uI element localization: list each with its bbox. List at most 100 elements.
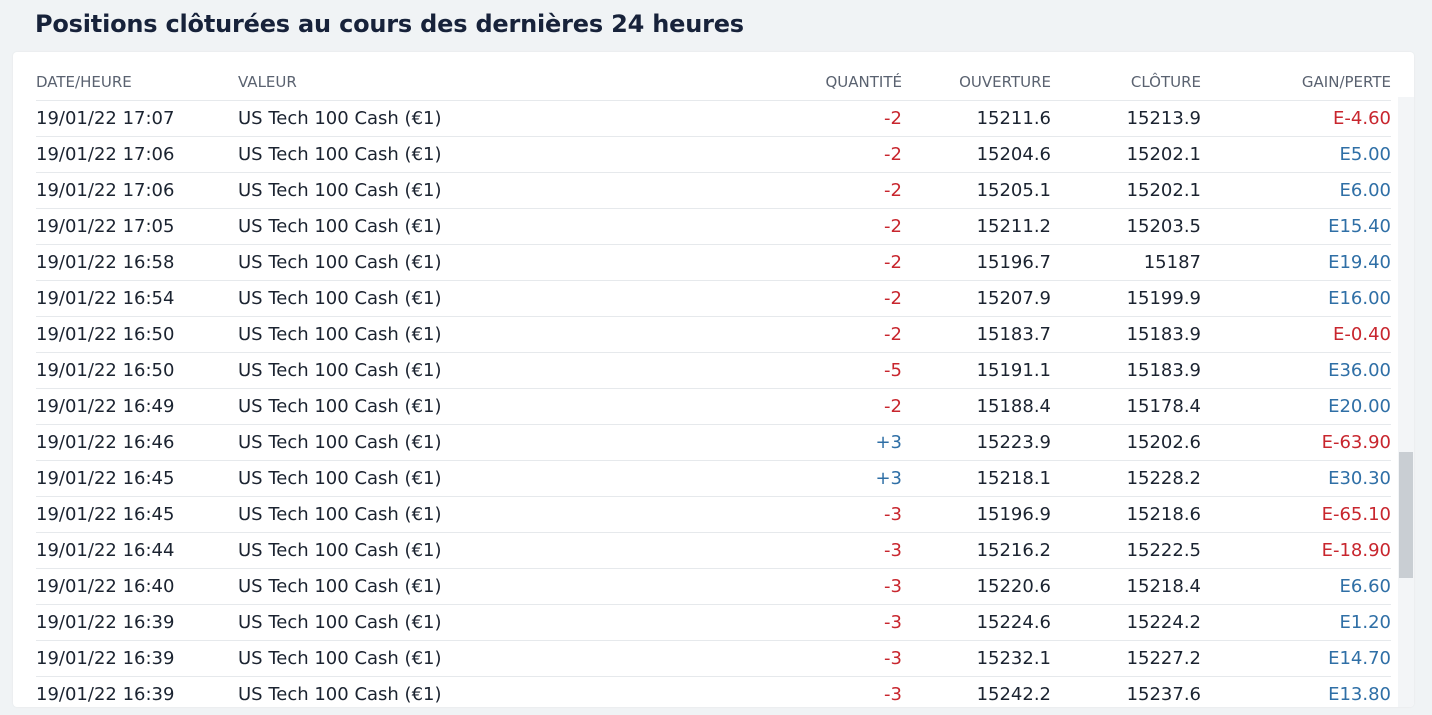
cell-open: 15205.1 <box>976 180 1051 201</box>
cell-close: 15203.5 <box>1126 216 1201 237</box>
table-row[interactable]: 19/01/22 16:49 US Tech 100 Cash (€1) -2 151… <box>36 389 1391 425</box>
cell-open: 15191.1 <box>976 360 1051 381</box>
cell-quantity: -3 <box>884 648 902 669</box>
cell-quantity: -2 <box>884 252 902 273</box>
cell-value: US Tech 100 Cash (€1) <box>238 108 442 129</box>
cell-open: 15204.6 <box>976 144 1051 165</box>
column-header-quantity[interactable]: QUANTITÉ <box>826 73 903 91</box>
cell-close: 15199.9 <box>1126 288 1201 309</box>
cell-value: US Tech 100 Cash (€1) <box>238 468 442 489</box>
cell-open: 15220.6 <box>976 576 1051 597</box>
cell-gain-loss: E5.00 <box>1339 144 1391 165</box>
table-row[interactable]: 19/01/22 17:05 US Tech 100 Cash (€1) -2 152… <box>36 209 1391 245</box>
cell-open: 15211.2 <box>976 216 1051 237</box>
table-row[interactable]: 19/01/22 16:44 US Tech 100 Cash (€1) -3 152… <box>36 533 1391 569</box>
cell-close: 15213.9 <box>1126 108 1201 129</box>
cell-date: 19/01/22 16:50 <box>36 324 175 345</box>
table-row[interactable]: 19/01/22 16:50 US Tech 100 Cash (€1) -5 151… <box>36 353 1391 389</box>
cell-value: US Tech 100 Cash (€1) <box>238 324 442 345</box>
cell-open: 15224.6 <box>976 612 1051 633</box>
cell-value: US Tech 100 Cash (€1) <box>238 180 442 201</box>
cell-date: 19/01/22 16:39 <box>36 648 175 669</box>
cell-quantity: -3 <box>884 684 902 705</box>
table-row[interactable]: 19/01/22 16:50 US Tech 100 Cash (€1) -2 151… <box>36 317 1391 353</box>
cell-gain-loss: E-4.60 <box>1333 108 1391 129</box>
cell-close: 15183.9 <box>1126 360 1201 381</box>
cell-value: US Tech 100 Cash (€1) <box>238 648 442 669</box>
table-row[interactable]: 19/01/22 16:39 US Tech 100 Cash (€1) -3 152… <box>36 605 1391 641</box>
cell-quantity: -2 <box>884 288 902 309</box>
table-row[interactable]: 19/01/22 16:46 US Tech 100 Cash (€1) +3 152… <box>36 425 1391 461</box>
cell-date: 19/01/22 17:06 <box>36 144 175 165</box>
cell-open: 15196.9 <box>976 504 1051 525</box>
cell-close: 15178.4 <box>1126 396 1201 417</box>
closed-positions-card: DATE/HEURE VALEUR QUANTITÉ OUVERTURE CLÔ… <box>13 52 1414 707</box>
table-row[interactable]: 19/01/22 16:39 US Tech 100 Cash (€1) -3 152… <box>36 677 1391 707</box>
cell-quantity: -2 <box>884 216 902 237</box>
cell-close: 15222.5 <box>1126 540 1201 561</box>
table-row[interactable]: 19/01/22 16:45 US Tech 100 Cash (€1) +3 152… <box>36 461 1391 497</box>
table-header: DATE/HEURE VALEUR QUANTITÉ OUVERTURE CLÔ… <box>36 65 1391 101</box>
cell-open: 15216.2 <box>976 540 1051 561</box>
cell-date: 19/01/22 16:39 <box>36 612 175 633</box>
cell-date: 19/01/22 17:05 <box>36 216 175 237</box>
cell-close: 15224.2 <box>1126 612 1201 633</box>
column-header-open[interactable]: OUVERTURE <box>959 73 1051 91</box>
table-row[interactable]: 19/01/22 16:40 US Tech 100 Cash (€1) -3 152… <box>36 569 1391 605</box>
cell-gain-loss: E13.80 <box>1328 684 1391 705</box>
cell-date: 19/01/22 16:45 <box>36 504 175 525</box>
cell-value: US Tech 100 Cash (€1) <box>238 432 442 453</box>
cell-date: 19/01/22 16:49 <box>36 396 175 417</box>
cell-value: US Tech 100 Cash (€1) <box>238 360 442 381</box>
cell-gain-loss: E19.40 <box>1328 252 1391 273</box>
cell-close: 15202.1 <box>1126 180 1201 201</box>
table-row[interactable]: 19/01/22 16:58 US Tech 100 Cash (€1) -2 151… <box>36 245 1391 281</box>
scrollbar-thumb[interactable] <box>1399 452 1413 578</box>
cell-gain-loss: E-65.10 <box>1321 504 1391 525</box>
cell-gain-loss: E-63.90 <box>1321 432 1391 453</box>
cell-gain-loss: E6.60 <box>1339 576 1391 597</box>
cell-value: US Tech 100 Cash (€1) <box>238 540 442 561</box>
cell-open: 15188.4 <box>976 396 1051 417</box>
table-row[interactable]: 19/01/22 17:06 US Tech 100 Cash (€1) -2 152… <box>36 137 1391 173</box>
cell-open: 15242.2 <box>976 684 1051 705</box>
cell-value: US Tech 100 Cash (€1) <box>238 684 442 705</box>
cell-close: 15227.2 <box>1126 648 1201 669</box>
cell-quantity: -2 <box>884 180 902 201</box>
cell-quantity: -2 <box>884 144 902 165</box>
cell-value: US Tech 100 Cash (€1) <box>238 396 442 417</box>
cell-close: 15183.9 <box>1126 324 1201 345</box>
cell-open: 15211.6 <box>976 108 1051 129</box>
closed-positions-table: DATE/HEURE VALEUR QUANTITÉ OUVERTURE CLÔ… <box>36 65 1391 707</box>
column-header-value[interactable]: VALEUR <box>238 73 297 91</box>
scrollbar[interactable] <box>1398 97 1414 707</box>
cell-date: 19/01/22 16:44 <box>36 540 175 561</box>
cell-date: 19/01/22 16:50 <box>36 360 175 381</box>
cell-date: 19/01/22 16:46 <box>36 432 175 453</box>
cell-date: 19/01/22 16:40 <box>36 576 175 597</box>
table-row[interactable]: 19/01/22 17:06 US Tech 100 Cash (€1) -2 152… <box>36 173 1391 209</box>
table-row[interactable]: 19/01/22 16:45 US Tech 100 Cash (€1) -3 151… <box>36 497 1391 533</box>
table-row[interactable]: 19/01/22 17:07 US Tech 100 Cash (€1) -2 152… <box>36 101 1391 137</box>
cell-quantity: -3 <box>884 504 902 525</box>
column-header-date[interactable]: DATE/HEURE <box>36 73 132 91</box>
cell-value: US Tech 100 Cash (€1) <box>238 252 442 273</box>
cell-quantity: -5 <box>884 360 902 381</box>
cell-quantity: -2 <box>884 108 902 129</box>
cell-quantity: -2 <box>884 324 902 345</box>
table-row[interactable]: 19/01/22 16:54 US Tech 100 Cash (€1) -2 152… <box>36 281 1391 317</box>
cell-date: 19/01/22 17:07 <box>36 108 175 129</box>
cell-open: 15223.9 <box>976 432 1051 453</box>
cell-gain-loss: E-18.90 <box>1321 540 1391 561</box>
cell-value: US Tech 100 Cash (€1) <box>238 612 442 633</box>
column-header-close[interactable]: CLÔTURE <box>1131 73 1201 91</box>
cell-close: 15218.6 <box>1126 504 1201 525</box>
table-row[interactable]: 19/01/22 16:39 US Tech 100 Cash (€1) -3 152… <box>36 641 1391 677</box>
cell-quantity: +3 <box>875 468 902 489</box>
cell-gain-loss: E20.00 <box>1328 396 1391 417</box>
cell-close: 15202.1 <box>1126 144 1201 165</box>
cell-quantity: -3 <box>884 612 902 633</box>
column-header-gain-loss[interactable]: GAIN/PERTE <box>1302 73 1391 91</box>
cell-close: 15218.4 <box>1126 576 1201 597</box>
cell-quantity: -3 <box>884 576 902 597</box>
